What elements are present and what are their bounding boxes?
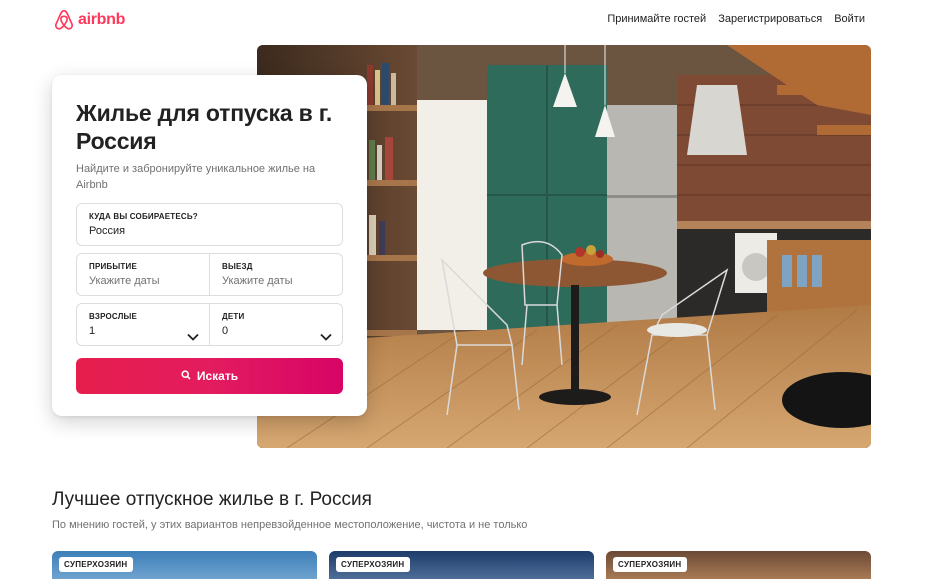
brand-logo[interactable]: airbnb (54, 9, 125, 31)
children-label: ДЕТИ (222, 312, 245, 321)
top-nav: Принимайте гостей Зарегистрироваться Вой… (607, 13, 865, 25)
children-value: 0 (222, 325, 229, 337)
adults-select[interactable]: ВЗРОСЛЫЕ 1 (77, 304, 209, 345)
search-button-label: Искать (196, 369, 239, 383)
listing-card[interactable]: СУПЕРХОЗЯИН (329, 551, 594, 579)
checkin-placeholder: Укажите даты (89, 275, 160, 287)
destination-value[interactable]: Россия (89, 225, 330, 237)
guests-field: ВЗРОСЛЫЕ 1 ДЕТИ 0 (76, 303, 343, 346)
airbnb-logo-icon (54, 9, 74, 31)
adults-label: ВЗРОСЛЫЕ (89, 312, 138, 321)
search-button[interactable]: Искать (76, 358, 343, 394)
superhost-badge: СУПЕРХОЗЯИН (336, 557, 410, 572)
page-subtitle: Найдите и забронируйте уникальное жилье … (76, 163, 316, 191)
checkout-placeholder: Укажите даты (222, 275, 293, 287)
section-title: Лучшее отпускное жилье в г. Россия (52, 489, 372, 510)
login-link[interactable]: Войти (834, 13, 865, 25)
checkout-label: ВЫЕЗД (222, 262, 253, 271)
chevron-down-icon (320, 328, 332, 346)
host-link[interactable]: Принимайте гостей (607, 13, 706, 25)
chevron-down-icon (187, 328, 199, 346)
listing-card[interactable]: СУПЕРХОЗЯИН (606, 551, 871, 579)
superhost-badge: СУПЕРХОЗЯИН (59, 557, 133, 572)
section-subtitle: По мнению гостей, у этих вариантов непре… (52, 519, 528, 531)
children-select[interactable]: ДЕТИ 0 (209, 304, 342, 345)
adults-value: 1 (89, 325, 96, 337)
search-card: Жилье для отпуска в г. Россия Найдите и … (52, 75, 367, 416)
listing-card[interactable]: СУПЕРХОЗЯИН (52, 551, 317, 579)
page-title: Жилье для отпуска в г. Россия (76, 100, 333, 154)
dates-field: ПРИБЫТИЕ Укажите даты ВЫЕЗД Укажите даты (76, 253, 343, 296)
checkin-label: ПРИБЫТИЕ (89, 262, 137, 271)
search-icon (181, 369, 191, 383)
destination-label: КУДА ВЫ СОБИРАЕТЕСЬ? (89, 212, 198, 221)
signup-link[interactable]: Зарегистрироваться (718, 13, 822, 25)
destination-field[interactable]: КУДА ВЫ СОБИРАЕТЕСЬ? Россия (76, 203, 343, 246)
top-bar: airbnb Принимайте гостей Зарегистрироват… (0, 0, 928, 42)
superhost-badge: СУПЕРХОЗЯИН (613, 557, 687, 572)
checkin-field[interactable]: ПРИБЫТИЕ Укажите даты (77, 254, 209, 295)
brand-name: airbnb (78, 11, 126, 28)
checkout-field[interactable]: ВЫЕЗД Укажите даты (209, 254, 342, 295)
